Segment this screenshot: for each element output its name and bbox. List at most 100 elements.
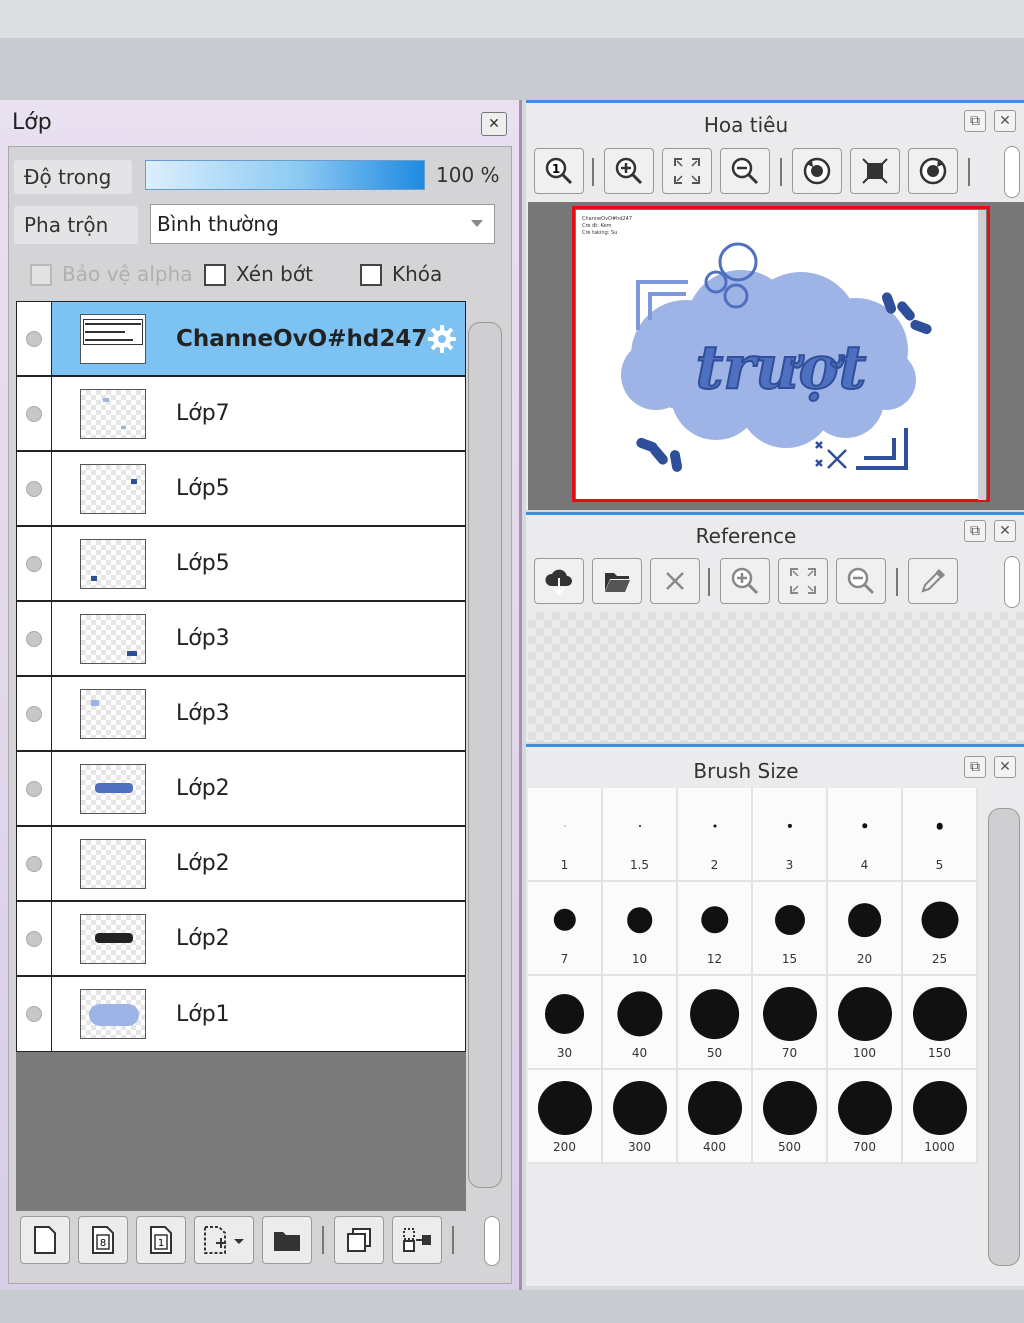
reset-rotation-button[interactable] bbox=[850, 148, 900, 194]
load-reference-button[interactable] bbox=[534, 558, 584, 604]
brush-size-cell[interactable]: 3 bbox=[753, 788, 828, 882]
visibility-toggle[interactable] bbox=[17, 902, 52, 975]
visibility-toggle[interactable] bbox=[17, 377, 52, 450]
clear-reference-button[interactable] bbox=[650, 558, 700, 604]
brush-size-cell[interactable]: 20 bbox=[828, 882, 903, 976]
ref-zoom-out-button[interactable] bbox=[836, 558, 886, 604]
rotate-right-icon bbox=[919, 157, 947, 185]
visibility-toggle[interactable] bbox=[17, 677, 52, 750]
brush-size-cell[interactable]: 700 bbox=[828, 1070, 903, 1164]
brush-size-cell[interactable]: 200 bbox=[528, 1070, 603, 1164]
eyedropper-button[interactable] bbox=[908, 558, 958, 604]
zoom-in-button[interactable] bbox=[604, 148, 654, 194]
layer-row[interactable]: Lớp2 bbox=[16, 826, 466, 901]
layer-thumbnail bbox=[80, 613, 146, 664]
opacity-slider[interactable] bbox=[145, 160, 425, 190]
rotate-right-button[interactable] bbox=[908, 148, 958, 194]
brush-size-cell[interactable]: 1.5 bbox=[603, 788, 678, 882]
brush-size-cell[interactable]: 400 bbox=[678, 1070, 753, 1164]
close-icon[interactable]: ✕ bbox=[481, 112, 507, 136]
zoom-out-button[interactable] bbox=[720, 148, 770, 194]
popout-icon[interactable]: ⧉ bbox=[964, 520, 986, 542]
fit-view-button[interactable] bbox=[662, 148, 712, 194]
new-folder-button[interactable] bbox=[262, 1216, 312, 1264]
brush-size-cell[interactable]: 10 bbox=[603, 882, 678, 976]
brush-size-cell[interactable]: 70 bbox=[753, 976, 828, 1070]
reference-canvas[interactable] bbox=[528, 612, 1024, 742]
layer-row[interactable]: Lớp2 bbox=[16, 751, 466, 826]
new-layer-button[interactable] bbox=[20, 1216, 70, 1264]
view-frame[interactable] bbox=[572, 206, 990, 502]
gear-icon[interactable] bbox=[427, 324, 457, 354]
brush-size-cell[interactable]: 40 bbox=[603, 976, 678, 1070]
reference-toolbar-scroll[interactable] bbox=[1004, 556, 1020, 608]
layer-row[interactable]: Lớp5 bbox=[16, 451, 466, 526]
ref-zoom-in-button[interactable] bbox=[720, 558, 770, 604]
brush-size-scrollbar[interactable] bbox=[988, 808, 1020, 1266]
brush-dot-icon bbox=[544, 994, 585, 1034]
popout-icon[interactable]: ⧉ bbox=[964, 756, 986, 778]
add-layer-menu-button[interactable] bbox=[194, 1216, 254, 1264]
chevron-down-icon[interactable] bbox=[471, 220, 483, 227]
brush-size-cell[interactable]: 25 bbox=[903, 882, 978, 976]
brush-size-label: 20 bbox=[856, 952, 873, 966]
brush-size-cell[interactable]: 1 bbox=[528, 788, 603, 882]
brush-size-cell[interactable]: 500 bbox=[753, 1070, 828, 1164]
visibility-toggle[interactable] bbox=[17, 452, 52, 525]
eye-icon bbox=[26, 555, 42, 572]
blend-mode-select[interactable]: Bình thường bbox=[150, 204, 495, 244]
layer-name: Lớp2 bbox=[176, 926, 230, 951]
new-8bit-layer-button[interactable]: 8 bbox=[78, 1216, 128, 1264]
brush-size-cell[interactable]: 2 bbox=[678, 788, 753, 882]
brush-size-cell[interactable]: 1000 bbox=[903, 1070, 978, 1164]
visibility-toggle[interactable] bbox=[17, 302, 52, 375]
new-1bit-layer-button[interactable]: 1 bbox=[136, 1216, 186, 1264]
layer-row[interactable]: Lớp7 bbox=[16, 376, 466, 451]
clip-checkbox[interactable] bbox=[204, 264, 226, 286]
brush-size-cell[interactable]: 5 bbox=[903, 788, 978, 882]
visibility-toggle[interactable] bbox=[17, 827, 52, 900]
ref-fit-button[interactable] bbox=[778, 558, 828, 604]
merge-icon bbox=[403, 1228, 431, 1252]
close-icon[interactable]: ✕ bbox=[994, 520, 1016, 542]
layer-row[interactable]: Lớp5 bbox=[16, 526, 466, 601]
brush-size-cell[interactable]: 7 bbox=[528, 882, 603, 976]
brush-size-grid: 1 1.5 2 3 4 5 7 10 12 15 20 25 30 40 50 70 100 150 200 300 4… bbox=[528, 788, 980, 1164]
layer-row[interactable]: Lớp3 bbox=[16, 601, 466, 676]
actual-size-button[interactable]: 1 bbox=[534, 148, 584, 194]
rotate-left-button[interactable] bbox=[792, 148, 842, 194]
toolbar-scrollbar[interactable] bbox=[484, 1216, 500, 1266]
status-band bbox=[0, 1290, 1024, 1323]
lock-checkbox[interactable] bbox=[360, 264, 382, 286]
brush-dot-icon bbox=[912, 1081, 967, 1135]
popout-icon[interactable]: ⧉ bbox=[964, 110, 986, 132]
open-file-button[interactable] bbox=[592, 558, 642, 604]
merge-layer-button[interactable] bbox=[392, 1216, 442, 1264]
brush-size-cell[interactable]: 30 bbox=[528, 976, 603, 1070]
brush-size-cell[interactable]: 100 bbox=[828, 976, 903, 1070]
eye-icon bbox=[26, 855, 42, 872]
close-icon[interactable]: ✕ bbox=[994, 110, 1016, 132]
brush-size-cell[interactable]: 15 bbox=[753, 882, 828, 976]
layer-row[interactable]: Lớp2 bbox=[16, 901, 466, 976]
brush-size-label: 2 bbox=[710, 858, 719, 872]
duplicate-icon bbox=[347, 1228, 371, 1252]
brush-size-cell[interactable]: 12 bbox=[678, 882, 753, 976]
brush-size-label: 25 bbox=[931, 952, 948, 966]
visibility-toggle[interactable] bbox=[17, 602, 52, 675]
layer-scrollbar[interactable] bbox=[468, 322, 502, 1188]
layer-row[interactable]: Lớp3 bbox=[16, 676, 466, 751]
brush-size-cell[interactable]: 150 bbox=[903, 976, 978, 1070]
duplicate-layer-button[interactable] bbox=[334, 1216, 384, 1264]
brush-size-cell[interactable]: 4 bbox=[828, 788, 903, 882]
brush-size-cell[interactable]: 300 bbox=[603, 1070, 678, 1164]
layer-row[interactable]: Lớp1 bbox=[16, 976, 466, 1052]
visibility-toggle[interactable] bbox=[17, 527, 52, 600]
visibility-toggle[interactable] bbox=[17, 752, 52, 825]
alpha-protect-checkbox[interactable] bbox=[30, 264, 52, 286]
close-icon[interactable]: ✕ bbox=[994, 756, 1016, 778]
layer-row[interactable]: ChanneOvO#hd247 bbox=[16, 301, 466, 376]
navigator-toolbar-scroll[interactable] bbox=[1004, 146, 1020, 198]
visibility-toggle[interactable] bbox=[17, 977, 52, 1051]
brush-size-cell[interactable]: 50 bbox=[678, 976, 753, 1070]
